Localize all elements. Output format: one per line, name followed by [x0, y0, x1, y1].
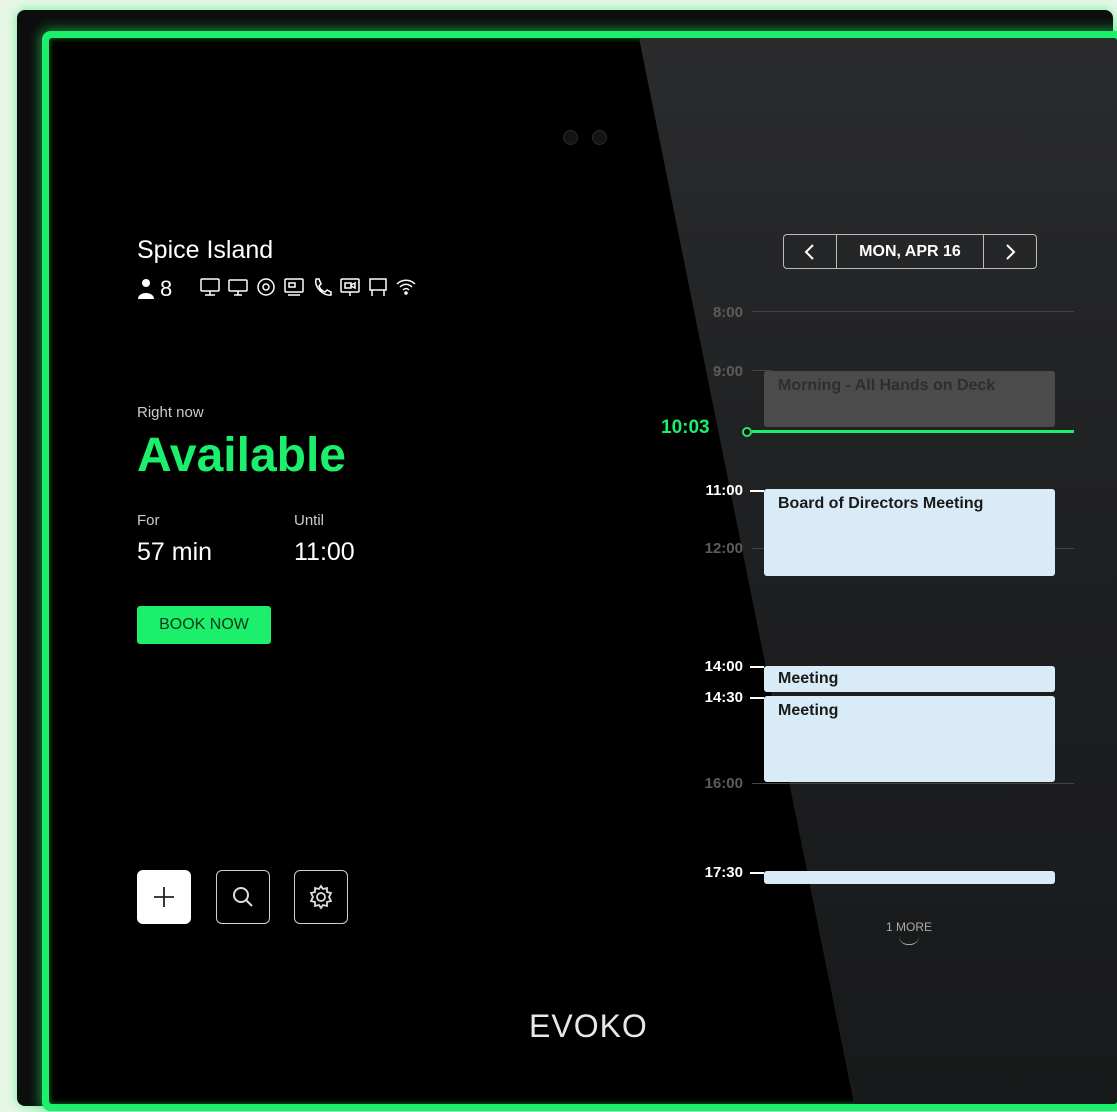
amenity-icons [199, 276, 417, 298]
settings-icon [309, 884, 333, 910]
monitor-icon [200, 278, 220, 296]
webcam-icon [257, 278, 275, 296]
add-booking-button[interactable] [137, 870, 191, 924]
time-tick [750, 872, 764, 874]
time-tick [750, 697, 764, 699]
evoko-logo: EVOKO [529, 1008, 648, 1044]
until-time: 11:00 [294, 538, 355, 566]
panel-screen: Spice Island 8 Right now Available For 5… [49, 38, 1117, 1104]
add-icon [154, 887, 174, 907]
display-icon [228, 279, 248, 296]
time-tick [750, 490, 764, 492]
settings-button[interactable] [294, 870, 348, 924]
time-label: 14:00 [704, 658, 743, 675]
event-title: Meeting [778, 670, 839, 687]
time-label: 9:00 [712, 363, 743, 380]
right-now-label: Right now [137, 404, 204, 421]
current-time-label: 10:03 [661, 417, 710, 438]
capacity-count: 8 [160, 276, 173, 301]
event-title: Meeting [778, 702, 839, 719]
next-day-button[interactable] [984, 235, 1036, 268]
event-block[interactable]: Morning - All Hands on Deck [764, 371, 1055, 427]
event-title: Board of Directors Meeting [778, 495, 984, 512]
event-block[interactable] [764, 871, 1055, 884]
camera-sensors [563, 130, 607, 145]
search-icon [233, 887, 253, 907]
current-time-line [752, 430, 1074, 433]
more-events-link[interactable]: 1 MORE [869, 920, 949, 934]
chevron-left-icon [804, 243, 814, 260]
time-label: 8:00 [712, 304, 743, 321]
previous-day-button[interactable] [784, 235, 836, 268]
timeline-gridline [752, 783, 1074, 784]
search-button[interactable] [216, 870, 270, 924]
chevron-right-icon [1006, 243, 1016, 260]
whiteboard-icon [369, 278, 387, 296]
room-capacity: 8 [137, 276, 172, 302]
wifi-icon [396, 279, 416, 295]
room-name: Spice Island [137, 236, 274, 264]
until-label: Until [294, 512, 325, 529]
for-label: For [137, 512, 160, 529]
event-block[interactable]: Board of Directors Meeting [764, 489, 1055, 576]
event-block[interactable]: Meeting [764, 666, 1055, 692]
projector-icon [340, 278, 360, 296]
time-label: 12:00 [704, 540, 743, 557]
event-title: Morning - All Hands on Deck [778, 377, 996, 394]
book-now-button[interactable]: BOOK NOW [137, 606, 271, 644]
time-tick [750, 666, 764, 668]
camera-icon [563, 130, 578, 145]
time-label: 14:30 [704, 689, 743, 706]
time-label: 16:00 [704, 775, 743, 792]
availability-status: Available [137, 429, 346, 482]
time-label: 17:30 [704, 864, 743, 881]
room-panel-device: Spice Island 8 Right now Available For 5… [17, 10, 1117, 1106]
for-duration: 57 min [137, 538, 213, 566]
sensor-icon [592, 130, 607, 145]
person-icon [138, 279, 154, 299]
video-conference-icon [284, 278, 304, 296]
phone-icon [314, 278, 332, 296]
date-navigator: MON, APR 16 [783, 234, 1037, 269]
event-block[interactable]: Meeting [764, 696, 1055, 782]
time-label: 11:00 [705, 482, 743, 499]
current-time-marker [742, 427, 752, 437]
timeline-gridline [752, 311, 1074, 312]
current-date: MON, APR 16 [836, 235, 984, 268]
